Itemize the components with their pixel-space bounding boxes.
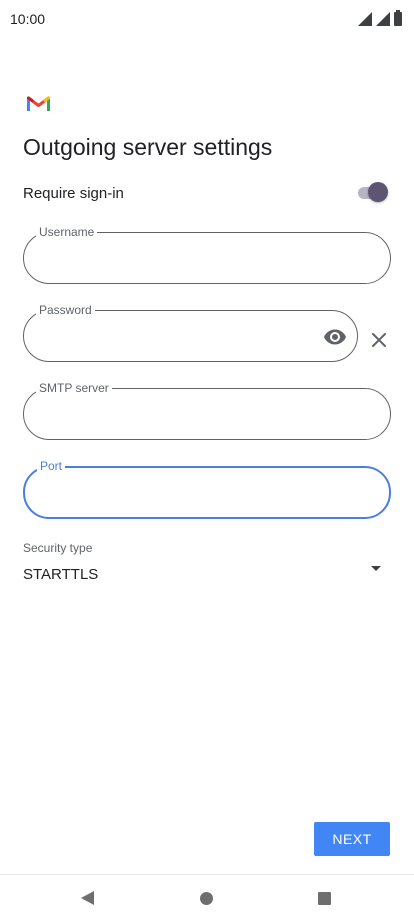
port-input[interactable] (41, 484, 373, 506)
password-label: Password (36, 303, 95, 317)
recents-icon[interactable] (318, 892, 331, 905)
battery-icon (394, 10, 402, 26)
security-type-value[interactable]: STARTTLS (23, 566, 98, 583)
smtp-server-label: SMTP server (36, 381, 112, 395)
username-label: Username (36, 225, 98, 239)
port-field[interactable]: Port (23, 459, 391, 519)
navigation-bar (0, 874, 414, 921)
username-input[interactable] (40, 249, 374, 271)
port-label: Port (37, 459, 66, 473)
smtp-server-field[interactable]: SMTP server (23, 381, 391, 440)
eye-icon[interactable] (323, 325, 347, 349)
home-icon[interactable] (200, 892, 213, 905)
page-title: Outgoing server settings (23, 134, 273, 160)
smtp-server-input[interactable] (40, 405, 374, 427)
status-icons (358, 10, 402, 26)
username-field[interactable]: Username (23, 225, 391, 284)
password-input[interactable] (40, 327, 313, 349)
status-time: 10:00 (10, 11, 46, 27)
require-signin-toggle[interactable] (358, 182, 388, 204)
dropdown-arrow-icon[interactable] (369, 564, 383, 574)
password-field[interactable]: Password (23, 303, 358, 362)
signal-icon (358, 12, 372, 26)
toggle-thumb (368, 182, 388, 202)
gmail-logo (27, 96, 50, 111)
next-button[interactable]: NEXT (314, 822, 390, 856)
require-signin-label: Require sign-in (23, 185, 124, 202)
back-icon[interactable] (80, 890, 95, 906)
signal-icon (376, 12, 390, 26)
security-type-label: Security type (23, 541, 93, 555)
close-icon[interactable] (369, 330, 389, 350)
status-bar: 10:00 (0, 0, 414, 38)
